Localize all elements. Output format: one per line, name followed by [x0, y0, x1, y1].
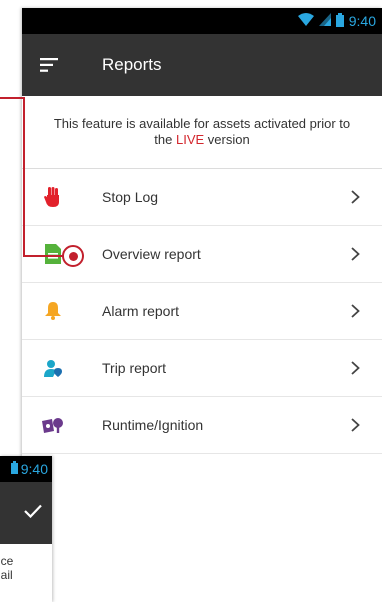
report-label: Alarm report — [102, 303, 180, 319]
secondary-status-bar: 9:40 — [0, 456, 52, 482]
live-highlight: LIVE — [175, 132, 205, 147]
person-pin-icon — [42, 357, 64, 379]
report-item-trip[interactable]: Trip report — [22, 340, 382, 397]
report-item-stop-log[interactable]: Stop Log — [22, 169, 382, 226]
page-title: Reports — [102, 55, 162, 74]
battery-icon — [10, 461, 18, 477]
report-item-alarm[interactable]: Alarm report — [22, 283, 382, 340]
annotation-line — [23, 255, 65, 257]
secondary-toolbar — [0, 482, 52, 544]
secondary-phone-screen: 9:40 nce nail — [0, 456, 52, 602]
wifi-icon — [297, 13, 314, 29]
secondary-status-time: 9:40 — [20, 461, 48, 477]
report-label: Trip report — [102, 360, 167, 376]
feature-notice: This feature is available for assets act… — [22, 96, 382, 169]
hand-stop-icon — [42, 186, 64, 208]
annotation-line — [0, 97, 25, 99]
status-time: 9:40 — [348, 13, 376, 29]
check-icon[interactable] — [24, 504, 42, 523]
report-label: Stop Log — [102, 189, 159, 205]
chevron-right-icon — [351, 247, 360, 261]
runtime-icon — [42, 414, 64, 436]
status-bar: 9:40 — [22, 8, 382, 34]
annotation-marker — [62, 245, 84, 267]
report-item-runtime[interactable]: Runtime/Ignition — [22, 397, 382, 454]
annotation-line — [23, 97, 25, 257]
chevron-right-icon — [351, 361, 360, 375]
document-icon — [42, 243, 64, 265]
reports-list: Stop Log Overview report Alarm report Tr… — [22, 169, 382, 454]
bell-icon — [42, 300, 64, 322]
phone-screen: 9:40 Reports This feature is available f… — [22, 8, 382, 602]
sort-menu-icon[interactable] — [40, 58, 86, 72]
app-toolbar: Reports — [22, 34, 382, 96]
notice-text: This feature is available for assets act… — [53, 116, 351, 147]
signal-icon — [318, 13, 331, 29]
battery-icon — [335, 12, 344, 30]
chevron-right-icon — [351, 418, 360, 432]
report-label: Overview report — [102, 246, 201, 262]
chevron-right-icon — [351, 190, 360, 204]
report-label: Runtime/Ignition — [102, 417, 204, 433]
secondary-body-text: nce nail — [0, 554, 14, 582]
chevron-right-icon — [351, 304, 360, 318]
